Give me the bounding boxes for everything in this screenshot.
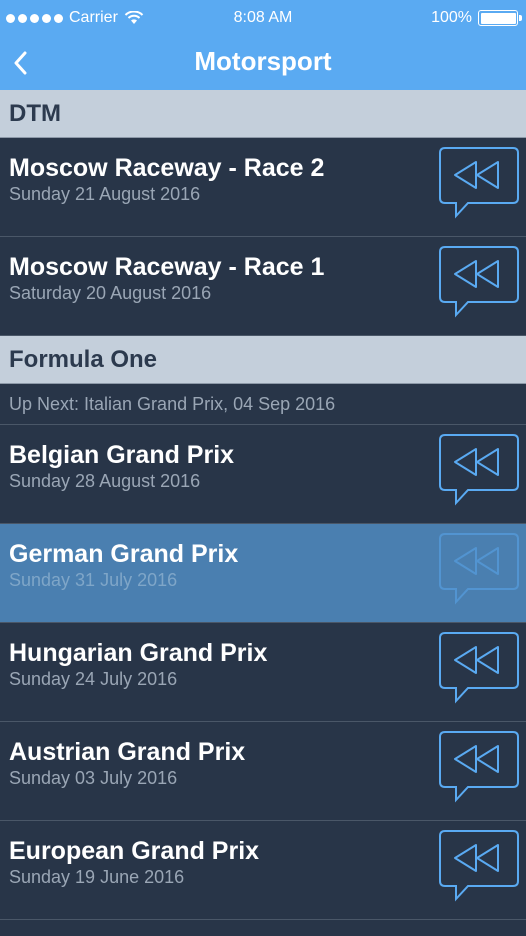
race-row[interactable]: European Grand Prix Sunday 19 June 2016 — [0, 821, 526, 920]
race-row[interactable]: Hungarian Grand Prix Sunday 24 July 2016 — [0, 623, 526, 722]
race-row[interactable]: Moscow Raceway - Race 2 Sunday 21 August … — [0, 138, 526, 237]
replay-icon[interactable] — [438, 433, 520, 507]
race-date: Sunday 28 August 2016 — [9, 471, 201, 491]
race-name: Hungarian Grand Prix — [9, 639, 268, 667]
race-name: German Grand Prix — [9, 540, 239, 568]
race-date: Sunday 19 June 2016 — [9, 867, 185, 887]
race-name: Moscow Raceway - Race 1 — [9, 253, 325, 281]
battery-percent: 100% — [431, 9, 472, 26]
section-header: DTM — [0, 90, 526, 138]
status-bar: Carrier 8:08 AM 100% — [0, 0, 526, 36]
page-title: Motorsport — [194, 46, 332, 76]
race-date: Sunday 24 July 2016 — [9, 669, 178, 689]
battery-icon — [478, 10, 522, 26]
race-date: Sunday 21 August 2016 — [9, 184, 201, 204]
replay-icon[interactable] — [438, 730, 520, 804]
status-right: 100% — [431, 9, 522, 27]
replay-icon[interactable] — [438, 532, 520, 606]
race-row[interactable]: Moscow Raceway - Race 1 Saturday 20 Augus… — [0, 237, 526, 336]
race-date: Sunday 03 July 2016 — [9, 768, 178, 788]
replay-icon[interactable] — [438, 631, 520, 705]
race-name: Belgian Grand Prix — [9, 441, 235, 469]
race-row[interactable]: Belgian Grand Prix Sunday 28 August 2016 — [0, 425, 526, 524]
race-row[interactable]: German Grand Prix Sunday 31 July 2016 — [0, 524, 526, 623]
race-name: European Grand Prix — [9, 837, 260, 865]
race-row[interactable]: Austrian Grand Prix Sunday 03 July 2016 — [0, 722, 526, 821]
race-name: Austrian Grand Prix — [9, 738, 246, 766]
race-list: DTM Moscow Raceway - Race 2 Sunday 21 Augu… — [0, 90, 526, 920]
race-date: Saturday 20 August 2016 — [9, 283, 212, 303]
section-header: Formula One — [0, 336, 526, 384]
replay-icon[interactable] — [438, 829, 520, 903]
up-next-label: Up Next: Italian Grand Prix, 04 Sep 2016 — [0, 384, 526, 425]
race-date: Sunday 31 July 2016 — [9, 570, 178, 590]
replay-icon[interactable] — [438, 245, 520, 319]
nav-bar: Motorsport — [0, 36, 526, 90]
replay-icon[interactable] — [438, 146, 520, 220]
race-name: Moscow Raceway - Race 2 — [9, 154, 325, 182]
